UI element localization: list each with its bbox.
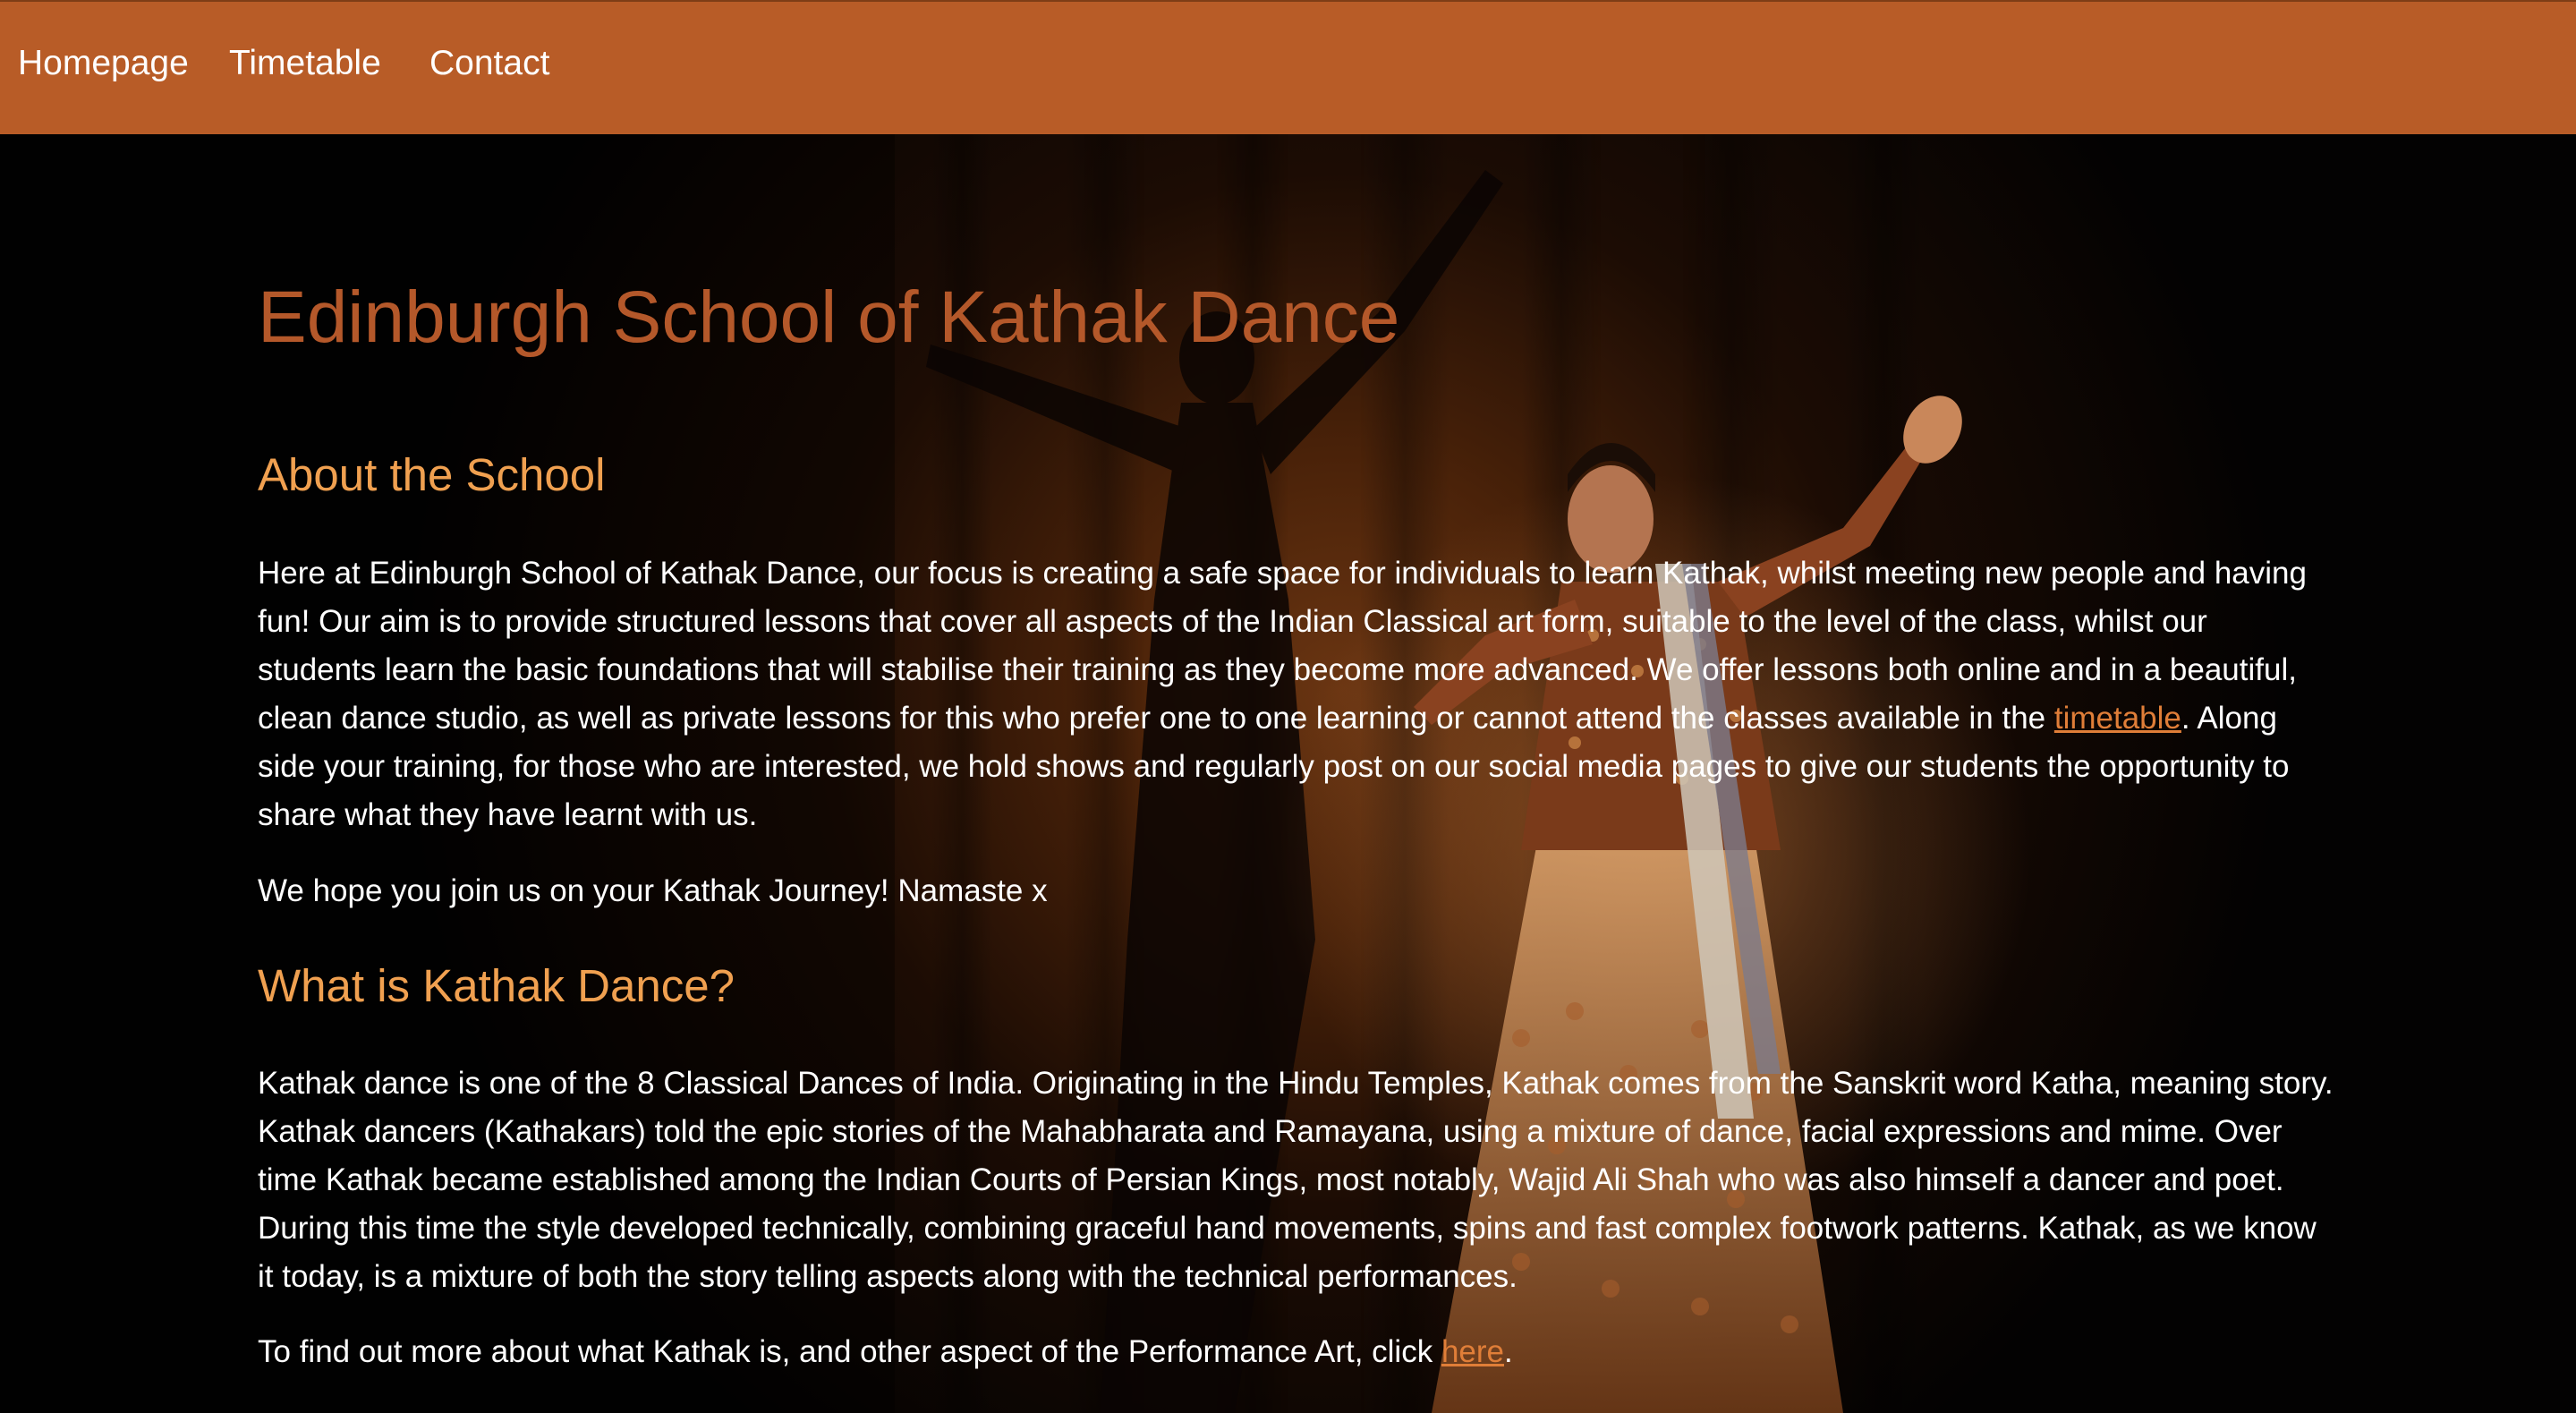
top-navbar: Homepage Timetable Contact [0,0,2576,134]
about-heading: About the School [258,449,606,500]
find-out-more-text: To find out more about what Kathak is, a… [258,1334,1441,1369]
page-title: Edinburgh School of Kathak Dance [258,277,1400,358]
find-out-more-paragraph: To find out more about what Kathak is, a… [258,1328,2334,1376]
page: Homepage Timetable Contact Edinburgh Sch… [0,0,2576,1413]
namaste-paragraph: We hope you join us on your Kathak Journ… [258,873,1048,908]
find-out-more-period: . [1504,1334,1513,1369]
nav-link-homepage[interactable]: Homepage [18,41,189,86]
what-is-kathak-heading: What is Kathak Dance? [258,960,735,1011]
about-paragraph: Here at Edinburgh School of Kathak Dance… [258,549,2334,839]
here-link[interactable]: here [1441,1334,1504,1369]
nav-link-contact[interactable]: Contact [429,41,549,86]
timetable-link[interactable]: timetable [2054,701,2181,736]
nav-link-timetable[interactable]: Timetable [229,41,381,86]
about-paragraph-text-start: Here at Edinburgh School of Kathak Dance… [258,556,2307,736]
kathak-history-paragraph: Kathak dance is one of the 8 Classical D… [258,1066,2334,1294]
